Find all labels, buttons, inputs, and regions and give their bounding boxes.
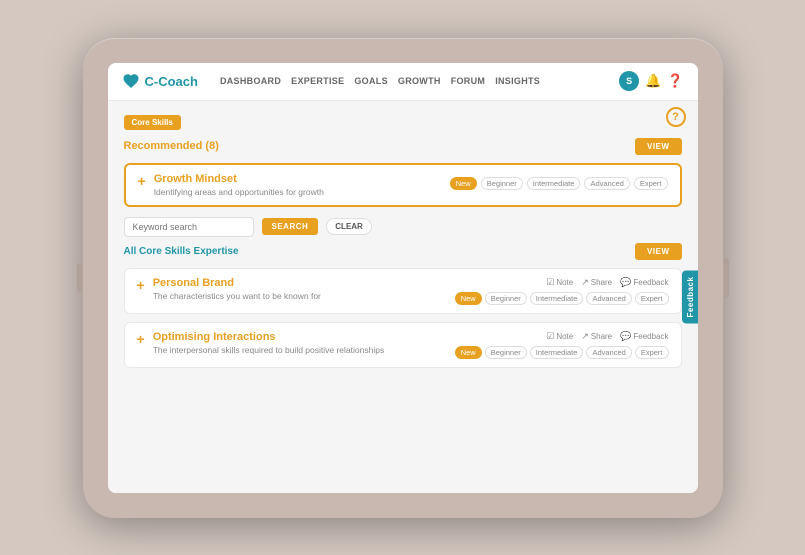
nav-links: DASHBOARD EXPERTISE GOALS GROWTH FORUM I… bbox=[220, 76, 609, 86]
share-icon: ↗ bbox=[581, 277, 589, 288]
help-icon[interactable]: ❓ bbox=[667, 73, 683, 89]
search-input[interactable] bbox=[124, 217, 254, 237]
optimising-desc: The interpersonal skills required to bui… bbox=[153, 345, 447, 356]
logo-text: C-Coach bbox=[145, 74, 198, 89]
recommended-row: Recommended (8) VIEW bbox=[124, 138, 682, 155]
feedback-tab[interactable]: Feedback bbox=[682, 270, 698, 323]
nav-dashboard[interactable]: DASHBOARD bbox=[220, 76, 281, 86]
nav-insights[interactable]: INSIGHTS bbox=[495, 76, 540, 86]
logo-area: C-Coach bbox=[122, 72, 198, 90]
opt-feedback-icon: 💬 bbox=[620, 331, 631, 342]
opt-level-expert[interactable]: Expert bbox=[635, 346, 669, 359]
pb-level-expert[interactable]: Expert bbox=[635, 292, 669, 305]
growth-card-content: Growth Mindset Identifying areas and opp… bbox=[154, 173, 442, 197]
opt-level-advanced[interactable]: Advanced bbox=[586, 346, 631, 359]
optimising-levels: New Beginner Intermediate Advanced Exper… bbox=[455, 346, 669, 359]
nav-growth[interactable]: GROWTH bbox=[398, 76, 441, 86]
share-action[interactable]: ↗ Share bbox=[581, 277, 612, 288]
navbar: C-Coach DASHBOARD EXPERTISE GOALS GROWTH… bbox=[108, 63, 698, 101]
optimising-right: ☑ Note ↗ Share 💬 Feedback New bbox=[455, 331, 669, 359]
opt-note-action[interactable]: ☑ Note bbox=[546, 331, 573, 342]
share-label: Share bbox=[591, 278, 612, 287]
personal-brand-actions: ☑ Note ↗ Share 💬 Feedback bbox=[546, 277, 668, 288]
level-new[interactable]: New bbox=[450, 177, 477, 190]
pb-level-intermediate[interactable]: Intermediate bbox=[530, 292, 584, 305]
pb-level-new[interactable]: New bbox=[455, 292, 482, 305]
growth-card-title: Growth Mindset bbox=[154, 173, 442, 185]
opt-share-label: Share bbox=[591, 332, 612, 341]
optimising-plus-icon: + bbox=[137, 332, 145, 346]
tablet-screen: C-Coach DASHBOARD EXPERTISE GOALS GROWTH… bbox=[108, 63, 698, 493]
level-expert[interactable]: Expert bbox=[634, 177, 668, 190]
growth-card-levels: New Beginner Intermediate Advanced Exper… bbox=[450, 177, 668, 190]
feedback-icon: 💬 bbox=[620, 277, 631, 288]
core-skills-badge[interactable]: Core Skills bbox=[124, 115, 181, 130]
help-circle-button[interactable]: ? bbox=[666, 107, 686, 127]
logo-heart-icon bbox=[122, 72, 140, 90]
nav-goals[interactable]: GOALS bbox=[354, 76, 388, 86]
personal-brand-desc: The characteristics you want to be known… bbox=[153, 291, 447, 302]
personal-brand-levels: New Beginner Intermediate Advanced Exper… bbox=[455, 292, 669, 305]
opt-level-new[interactable]: New bbox=[455, 346, 482, 359]
opt-note-label: Note bbox=[556, 332, 573, 341]
optimising-title: Optimising Interactions bbox=[153, 331, 447, 343]
note-icon: ☑ bbox=[546, 277, 554, 288]
search-row: SEARCH CLEAR bbox=[124, 217, 682, 237]
opt-note-icon: ☑ bbox=[546, 331, 554, 342]
recommended-view-button[interactable]: VIEW bbox=[635, 138, 681, 155]
nav-icons: S 🔔 ❓ bbox=[619, 71, 683, 91]
nav-expertise[interactable]: EXPERTISE bbox=[291, 76, 344, 86]
optimising-interactions-card[interactable]: + Optimising Interactions The interperso… bbox=[124, 322, 682, 368]
level-advanced[interactable]: Advanced bbox=[584, 177, 629, 190]
opt-share-action[interactable]: ↗ Share bbox=[581, 331, 612, 342]
personal-brand-title: Personal Brand bbox=[153, 277, 447, 289]
feedback-label: Feedback bbox=[633, 278, 668, 287]
opt-level-intermediate[interactable]: Intermediate bbox=[530, 346, 584, 359]
nav-forum[interactable]: FORUM bbox=[451, 76, 486, 86]
main-content: ? Core Skills Recommended (8) VIEW + Gro… bbox=[108, 101, 698, 493]
personal-brand-card[interactable]: + Personal Brand The characteristics you… bbox=[124, 268, 682, 314]
growth-mindset-card[interactable]: + Growth Mindset Identifying areas and o… bbox=[124, 163, 682, 207]
optimising-actions: ☑ Note ↗ Share 💬 Feedback bbox=[546, 331, 668, 342]
feedback-action[interactable]: 💬 Feedback bbox=[620, 277, 668, 288]
note-action[interactable]: ☑ Note bbox=[546, 277, 573, 288]
opt-level-beginner[interactable]: Beginner bbox=[485, 346, 527, 359]
core-skills-row: All Core Skills Expertise VIEW bbox=[124, 243, 682, 260]
optimising-left: Optimising Interactions The interpersona… bbox=[153, 331, 447, 356]
card-plus-icon: + bbox=[138, 174, 146, 188]
pb-level-beginner[interactable]: Beginner bbox=[485, 292, 527, 305]
pb-level-advanced[interactable]: Advanced bbox=[586, 292, 631, 305]
bell-icon[interactable]: 🔔 bbox=[645, 73, 661, 89]
search-button[interactable]: SEARCH bbox=[262, 218, 319, 235]
all-view-button[interactable]: VIEW bbox=[635, 243, 681, 260]
growth-card-desc: Identifying areas and opportunities for … bbox=[154, 187, 442, 197]
level-beginner[interactable]: Beginner bbox=[481, 177, 523, 190]
all-core-skills-link[interactable]: All Core Skills Expertise bbox=[124, 246, 239, 257]
recommended-label: Recommended (8) bbox=[124, 140, 219, 152]
opt-share-icon: ↗ bbox=[581, 331, 589, 342]
personal-brand-right: ☑ Note ↗ Share 💬 Feedback New bbox=[455, 277, 669, 305]
opt-feedback-action[interactable]: 💬 Feedback bbox=[620, 331, 668, 342]
tablet-device: C-Coach DASHBOARD EXPERTISE GOALS GROWTH… bbox=[83, 38, 723, 518]
personal-brand-plus-icon: + bbox=[137, 278, 145, 292]
personal-brand-left: Personal Brand The characteristics you w… bbox=[153, 277, 447, 302]
user-avatar[interactable]: S bbox=[619, 71, 639, 91]
opt-feedback-label: Feedback bbox=[633, 332, 668, 341]
clear-button[interactable]: CLEAR bbox=[326, 218, 372, 235]
level-intermediate[interactable]: Intermediate bbox=[527, 177, 581, 190]
note-label: Note bbox=[556, 278, 573, 287]
